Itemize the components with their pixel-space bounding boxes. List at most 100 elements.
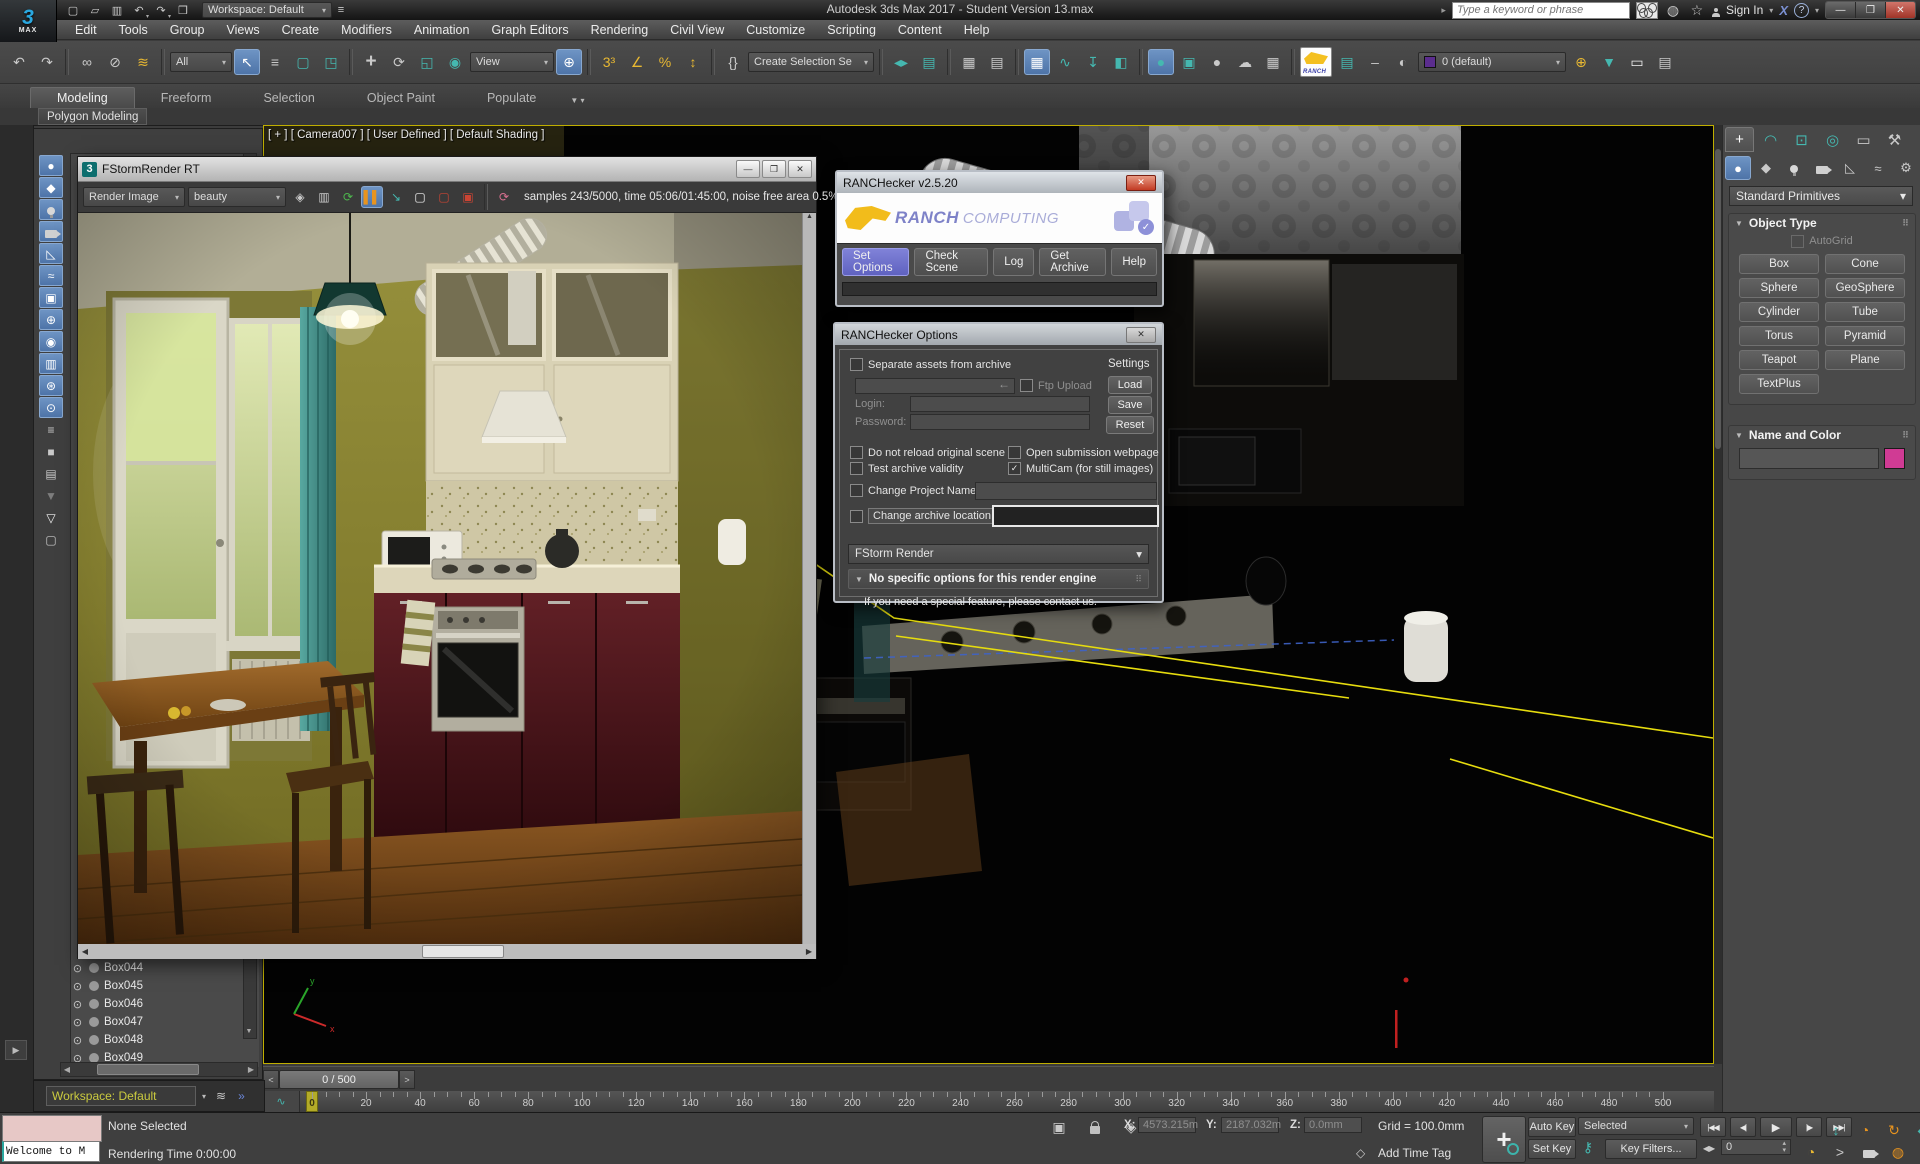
menu-create[interactable]: Create <box>271 20 331 39</box>
restart-render-icon[interactable]: ⟳ <box>493 186 515 208</box>
menu-scripting[interactable]: Scripting <box>816 20 887 39</box>
test-validity-checkbox[interactable] <box>850 462 863 475</box>
previous-frame-button[interactable]: < <box>263 1070 279 1089</box>
minimize-button[interactable]: — <box>736 160 760 178</box>
project-folder-icon[interactable]: ❒ <box>174 2 192 18</box>
create-new-layer-icon[interactable]: ⊕ <box>1568 49 1594 75</box>
maxscript-mini-listener[interactable] <box>2 1115 102 1142</box>
load-button[interactable]: Load <box>1108 376 1152 394</box>
maxscript-listener-output[interactable]: Welcome to M <box>2 1141 100 1162</box>
list-item-box048[interactable]: ⊙Box048 <box>71 1031 259 1049</box>
menu-animation[interactable]: Animation <box>403 20 481 39</box>
password-field[interactable] <box>910 414 1090 430</box>
eye-icon[interactable]: ⊙ <box>71 962 84 975</box>
redo-icon[interactable]: ↷▾ <box>152 2 170 18</box>
list-item-box045[interactable]: ⊙Box045 <box>71 977 259 995</box>
use-pivot-point-icon[interactable]: ⊕ <box>556 49 582 75</box>
maximize-viewport-icon[interactable]: ◱ <box>1914 1139 1920 1164</box>
mirror-icon[interactable]: ◂▸ <box>888 49 914 75</box>
selection-lock-icon[interactable] <box>1082 1114 1108 1140</box>
spinner-icon[interactable]: ▴▾ <box>1782 1140 1786 1154</box>
ranch-button[interactable]: RANCH <box>1300 47 1332 77</box>
container-icon[interactable]: ▢ <box>39 529 63 550</box>
create-torus-button[interactable]: Torus <box>1739 326 1819 346</box>
rendered-frame-window-icon[interactable]: ▣ <box>1176 49 1202 75</box>
tab-freeform[interactable]: Freeform <box>135 88 238 108</box>
refresh-render-icon[interactable]: ⟳ <box>337 186 359 208</box>
rectangular-selection-icon[interactable]: ▢ <box>290 49 316 75</box>
lights-category[interactable] <box>1781 156 1807 180</box>
reset-button[interactable]: Reset <box>1106 416 1154 434</box>
render-channel-dropdown[interactable]: beauty ▾ <box>188 187 286 207</box>
scene-explorer-icon[interactable]: ▦ <box>956 49 982 75</box>
reference-coordinate-dropdown[interactable]: View▾ <box>470 52 554 72</box>
display-containers-icon[interactable]: ▥ <box>39 353 63 374</box>
selection-region-icon[interactable]: ▣ <box>1046 1114 1072 1140</box>
expand-panel-button[interactable]: ▶ <box>5 1040 27 1060</box>
track-bar[interactable]: ∿ 02040608010012014016018020022024026028… <box>263 1091 1714 1113</box>
bind-to-space-warp-icon[interactable]: ≋ <box>130 49 156 75</box>
close-button[interactable]: ✕ <box>1126 327 1156 343</box>
undo-icon[interactable]: ↶ <box>6 49 32 75</box>
window-crossing-icon[interactable]: ◳ <box>318 49 344 75</box>
detail-view-icon[interactable]: ▤ <box>39 463 63 484</box>
display-frozen-icon[interactable]: ⊛ <box>39 375 63 396</box>
viewport-label[interactable]: [ + ] [ Camera007 ] [ User Defined ] [ D… <box>268 129 544 141</box>
select-and-place-icon[interactable]: ◉ <box>442 49 468 75</box>
region-lock-icon[interactable]: ▣ <box>457 186 479 208</box>
list-item-box047[interactable]: ⊙Box047 <box>71 1013 259 1031</box>
exchange-apps-icon[interactable]: X <box>1779 3 1788 18</box>
create-tab[interactable]: + <box>1725 127 1754 152</box>
eye-icon[interactable]: ⊙ <box>71 998 84 1011</box>
material-editor-icon[interactable]: ◧ <box>1108 49 1134 75</box>
vertical-scrollbar[interactable]: ▲ <box>802 213 816 944</box>
archive-path-field[interactable] <box>855 378 1015 394</box>
restore-button[interactable]: ❐ <box>1856 2 1886 18</box>
create-teapot-button[interactable]: Teapot <box>1739 350 1819 370</box>
curve-editor-icon[interactable]: ∿ <box>1052 49 1078 75</box>
create-cylinder-button[interactable]: Cylinder <box>1739 302 1819 322</box>
time-configuration-icon[interactable]: ◔ <box>1798 1139 1824 1164</box>
list-item-box044[interactable]: ⊙Box044 <box>71 959 259 977</box>
region-render-icon[interactable]: ▢ <box>409 186 431 208</box>
help-button[interactable]: Help <box>1111 248 1157 276</box>
named-selection-dropdown[interactable]: Create Selection Se▾ <box>748 52 874 72</box>
get-archive-button[interactable]: Get Archive <box>1039 248 1106 276</box>
tab-populate[interactable]: Populate <box>461 88 562 108</box>
edit-named-selections-icon[interactable]: {} <box>720 49 746 75</box>
chevron-down-icon[interactable]: ▾ <box>1815 6 1819 15</box>
manage-layers-icon[interactable]: ▤ <box>1334 49 1360 75</box>
geometry-category[interactable]: ● <box>1725 156 1751 180</box>
cameras-category[interactable] <box>1809 156 1835 180</box>
x-coordinate-field[interactable]: 4573.215m <box>1138 1117 1196 1133</box>
filter-config-icon[interactable]: ▼ <box>39 485 63 506</box>
viewport-layout-tabs-icon[interactable]: ▦ <box>1260 49 1286 75</box>
communication-center-icon[interactable]: ◍ <box>1664 2 1682 18</box>
display-imports-icon[interactable]: ⊕ <box>39 309 63 330</box>
help-icon[interactable]: ? <box>1794 3 1809 18</box>
object-color-swatch[interactable] <box>1884 448 1905 469</box>
display-geometry-icon[interactable]: ● <box>39 155 63 176</box>
box-mode-icon[interactable]: ■ <box>39 441 63 462</box>
z-coordinate-field[interactable]: 0.0mm <box>1304 1117 1362 1133</box>
render-production-icon[interactable]: ● <box>1204 49 1230 75</box>
render-engine-dropdown[interactable]: FStorm Render ▾ <box>848 544 1149 564</box>
spinner-snap-icon[interactable]: ↕ <box>680 49 706 75</box>
y-coordinate-field[interactable]: 2187.032m <box>1221 1117 1279 1133</box>
restore-button[interactable]: ❐ <box>762 160 786 178</box>
select-and-scale-icon[interactable]: ◱ <box>414 49 440 75</box>
camera-selected-icon[interactable] <box>1856 1139 1882 1164</box>
eye-icon[interactable]: ⊙ <box>71 980 84 993</box>
workspace-dropdown[interactable]: Workspace: Default ▾ <box>202 2 332 18</box>
previous-frame-button[interactable]: ◀| <box>1730 1117 1756 1137</box>
menu-civil-view[interactable]: Civil View <box>659 20 735 39</box>
add-time-tag[interactable]: Add Time Tag <box>1378 1146 1451 1160</box>
display-pinned-icon[interactable]: ◉ <box>39 331 63 352</box>
chevron-down-icon[interactable]: ▾ <box>202 1092 206 1101</box>
project-name-field[interactable] <box>975 482 1157 500</box>
open-webpage-checkbox[interactable] <box>1008 446 1021 459</box>
schematic-view-icon[interactable]: ↧ <box>1080 49 1106 75</box>
scroll-right-icon[interactable]: ▶ <box>802 947 816 956</box>
percent-snap-icon[interactable]: % <box>652 49 678 75</box>
snaps-toggle-icon[interactable]: 3³ <box>596 49 622 75</box>
